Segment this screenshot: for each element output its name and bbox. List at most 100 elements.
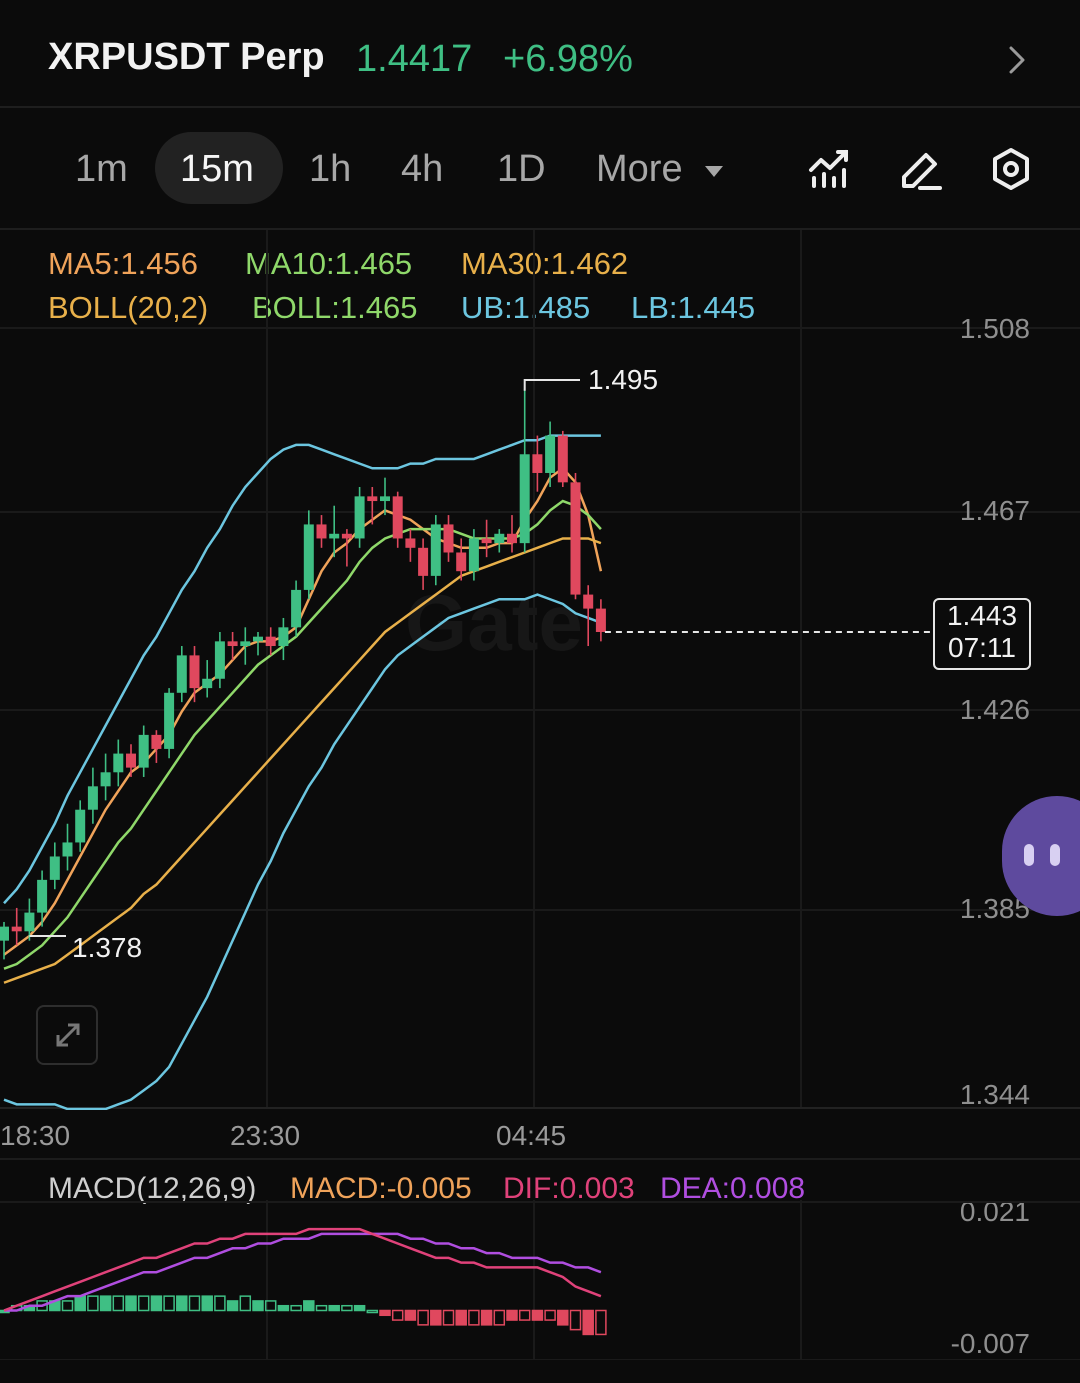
dea-line [4, 1232, 602, 1312]
dif-line [3, 1227, 602, 1312]
tab-more[interactable]: More [596, 148, 725, 191]
macd-hist-bar [99, 1295, 112, 1312]
timeframe-tabs: 1m 15m 1h 4h 1D More [0, 108, 1080, 230]
candle-body [113, 753, 124, 773]
y-tick: 1.344 [959, 1079, 1030, 1110]
macd-hist-bar [341, 1304, 353, 1312]
assistant-eyes-icon [1024, 844, 1060, 866]
macd-hist-bar [214, 1295, 226, 1312]
candle-body [62, 842, 73, 857]
macd-hist-bar [544, 1309, 556, 1321]
current-price: 1.443 [946, 600, 1018, 631]
macd-hist-bar [480, 1309, 493, 1326]
candle-body [176, 655, 187, 693]
fullscreen-button[interactable] [36, 1005, 98, 1065]
macd-hist-bar [595, 1309, 607, 1336]
macd-hist-bar [493, 1309, 506, 1326]
chevron-right-icon[interactable] [1002, 40, 1032, 80]
watermark: Gate [405, 578, 583, 667]
high-marker-line [523, 379, 580, 391]
candle-body [0, 926, 9, 941]
candle-body [316, 524, 327, 539]
macd-hist-bar [188, 1295, 201, 1312]
x-tick: 18:30 [0, 1120, 71, 1151]
macd-hist-bar [290, 1304, 302, 1312]
candle-body [583, 594, 594, 609]
tab-4h[interactable]: 4h [401, 148, 443, 191]
candle-body [253, 636, 263, 642]
candlestick-chart[interactable]: Gate [0, 230, 1080, 1110]
x-tick: 23:30 [230, 1120, 301, 1151]
candle-body [341, 533, 352, 539]
macd-hist-bar [328, 1304, 340, 1312]
macd-hist-bar [112, 1295, 125, 1312]
settings-hexagon-icon[interactable] [988, 146, 1034, 192]
draw-pen-icon[interactable] [898, 146, 944, 192]
macd-chart[interactable] [0, 1200, 1080, 1360]
candle-body [507, 533, 517, 544]
candle-body [392, 496, 403, 539]
macd-hist-bar [252, 1300, 264, 1312]
macd-hist-bar [61, 1300, 74, 1312]
macd-hist-bar [391, 1309, 404, 1321]
tab-1h[interactable]: 1h [309, 148, 351, 191]
candle-body [100, 772, 111, 787]
macd-hist-bar [531, 1309, 544, 1321]
candle-body [75, 809, 86, 843]
expand-icon [56, 1023, 80, 1047]
candle-body [418, 547, 429, 576]
candle-body [87, 786, 98, 810]
macd-hist-bar [137, 1295, 150, 1312]
y-tick: 1.467 [959, 495, 1030, 526]
macd-hist-bar [201, 1295, 213, 1312]
candle-body [354, 496, 365, 539]
candle-body [329, 533, 340, 539]
macd-hist-bar [468, 1309, 480, 1326]
macd-hist-bar [74, 1295, 86, 1312]
tab-1m[interactable]: 1m [75, 148, 128, 191]
tab-15m[interactable]: 15m [180, 148, 254, 191]
candle-body [11, 926, 22, 932]
macd-hist-bar [87, 1295, 99, 1312]
candle-body [278, 627, 289, 647]
macd-hist-bar [163, 1295, 175, 1312]
candle-countdown: 07:11 [948, 632, 1016, 663]
candles [0, 388, 606, 960]
macd-hist-bar [150, 1295, 163, 1312]
candle-body [595, 608, 606, 632]
high-label: 1.495 [588, 364, 659, 395]
candle-body [240, 641, 251, 647]
macd-hist-bar [176, 1295, 188, 1312]
candle-body [380, 496, 390, 502]
candle-body [494, 533, 505, 544]
ticker-header[interactable]: XRPUSDT Perp 1.4417 +6.98% [0, 0, 1080, 108]
symbol-title[interactable]: XRPUSDT Perp [48, 36, 325, 79]
macd-hist-bar [303, 1300, 315, 1312]
y-tick: 1.426 [959, 694, 1030, 725]
indicator-icon[interactable] [806, 146, 852, 192]
candle-body [430, 524, 441, 576]
floating-assistant-button[interactable] [1002, 796, 1080, 916]
macd-hist-bar [277, 1304, 290, 1312]
macd-hist-bar [379, 1309, 391, 1317]
last-price: 1.4417 [356, 38, 473, 80]
price-change-percent: +6.98% [503, 38, 633, 80]
caret-down-icon [705, 165, 724, 177]
candle-body [303, 524, 314, 590]
chart-grid [0, 230, 1080, 1109]
series-line-ma10 [3, 499, 602, 970]
candle-body [367, 496, 378, 502]
candle-body [138, 734, 149, 768]
macd-hist-bar [569, 1309, 582, 1331]
tab-more-label: More [596, 148, 683, 190]
x-tick: 04:45 [496, 1120, 567, 1151]
macd-hist-bar [582, 1309, 594, 1336]
candle-body [189, 655, 200, 689]
candle-body [468, 538, 479, 572]
macd-hist-bar [430, 1309, 442, 1326]
candle-body [456, 552, 467, 572]
macd-hist-bar [455, 1309, 467, 1326]
candle-body [227, 641, 238, 647]
low-label: 1.378 [72, 932, 143, 963]
tab-1d[interactable]: 1D [497, 148, 546, 191]
